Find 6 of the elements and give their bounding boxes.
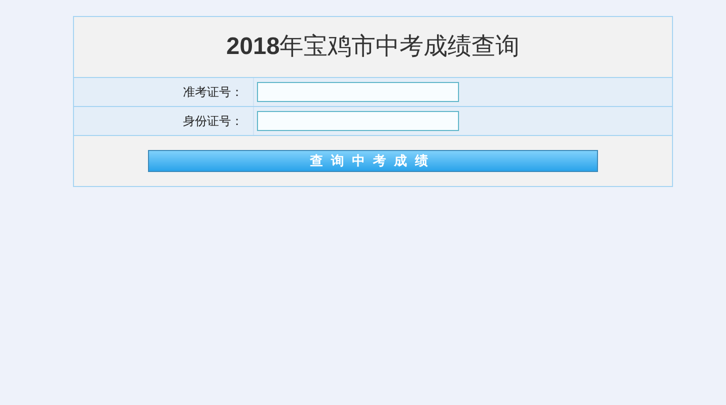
input-field[interactable] <box>257 82 459 102</box>
submit-button[interactable]: 查询中考成绩 <box>148 150 598 172</box>
field-label: 准考证号： <box>183 84 243 101</box>
input-field[interactable] <box>257 111 459 131</box>
page-title: 2018年宝鸡市中考成绩查询 <box>226 32 520 62</box>
field-label: 身份证号： <box>183 113 243 130</box>
